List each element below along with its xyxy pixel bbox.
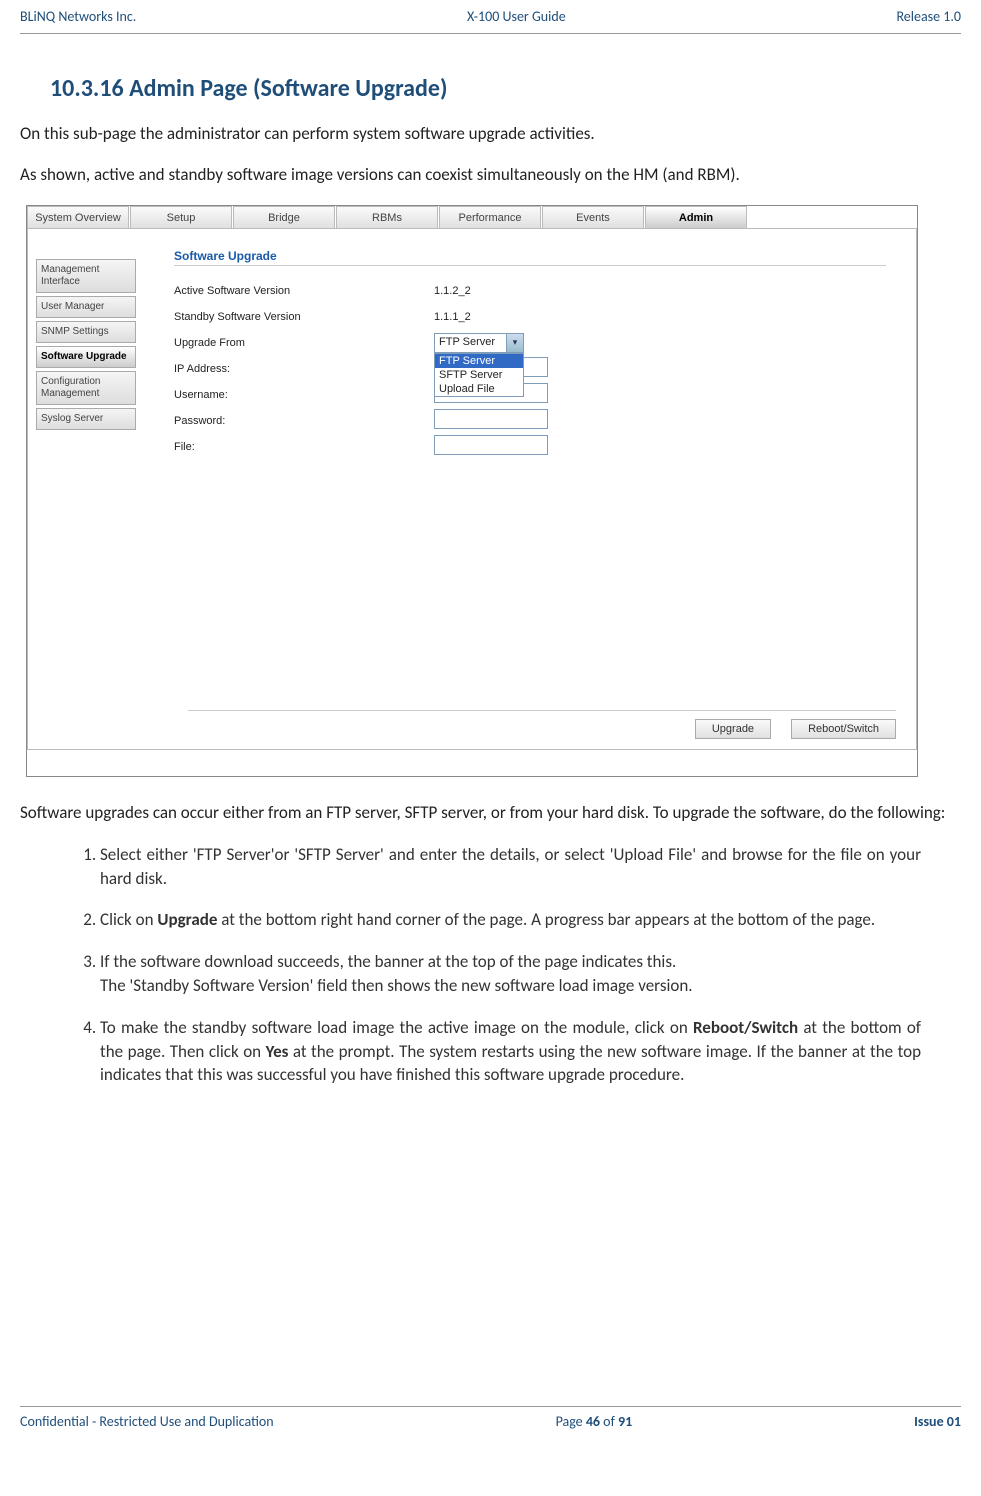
paragraph-3: Software upgrades can occur either from … (20, 802, 961, 825)
steps-list: Select either 'FTP Server'or 'SFTP Serve… (100, 843, 921, 1105)
dropdown-option-ftp[interactable]: FTP Server (435, 354, 523, 368)
chevron-down-icon: ▾ (506, 334, 523, 352)
step-3: If the software download succeeds, the b… (100, 950, 921, 998)
release-label: Release 1.0 (896, 8, 961, 25)
standby-version-label: Standby Software Version (174, 311, 434, 323)
doc-title: X-100 User Guide (467, 8, 566, 25)
tab-setup[interactable]: Setup (130, 206, 232, 228)
ip-address-label: IP Address: (174, 363, 434, 375)
panel-title: Software Upgrade (174, 249, 886, 266)
sidebar-item-configuration-management[interactable]: Configuration Management (36, 371, 136, 405)
tab-events[interactable]: Events (542, 206, 644, 228)
paragraph-2: As shown, active and standby software im… (20, 164, 961, 187)
company-name: BLiNQ Networks Inc. (20, 8, 136, 25)
tab-performance[interactable]: Performance (439, 206, 541, 228)
page-header: BLiNQ Networks Inc. X-100 User Guide Rel… (20, 0, 961, 34)
upgrade-from-dropdown[interactable]: FTP Server ▾ FTP Server SFTP Server Uplo… (434, 333, 524, 353)
sidebar-item-management-interface[interactable]: Management Interface (36, 259, 136, 293)
password-label: Password: (174, 415, 434, 427)
tab-admin[interactable]: Admin (645, 206, 747, 228)
dropdown-selected: FTP Server (435, 334, 499, 350)
file-label: File: (174, 441, 434, 453)
paragraph-1: On this sub-page the administrator can p… (20, 123, 961, 146)
sidebar-item-syslog-server[interactable]: Syslog Server (36, 408, 136, 430)
tab-system-overview[interactable]: System Overview (27, 206, 129, 228)
reboot-switch-button[interactable]: Reboot/Switch (791, 719, 896, 739)
tab-rbms[interactable]: RBMs (336, 206, 438, 228)
step-4: To make the standby software load image … (100, 1016, 921, 1087)
tab-bridge[interactable]: Bridge (233, 206, 335, 228)
file-input[interactable] (434, 435, 548, 455)
sidebar-item-software-upgrade[interactable]: Software Upgrade (36, 346, 136, 368)
dropdown-option-sftp[interactable]: SFTP Server (435, 368, 523, 382)
footer-left: Confidential - Restricted Use and Duplic… (20, 1413, 274, 1430)
sidebar-item-snmp-settings[interactable]: SNMP Settings (36, 321, 136, 343)
username-label: Username: (174, 389, 434, 401)
step-2: Click on Upgrade at the bottom right han… (100, 908, 921, 932)
sidebar-item-user-manager[interactable]: User Manager (36, 296, 136, 318)
active-version-value: 1.1.2_2 (434, 285, 886, 297)
step-1: Select either 'FTP Server'or 'SFTP Serve… (100, 843, 921, 891)
dropdown-list: FTP Server SFTP Server Upload File (434, 353, 524, 397)
footer-issue: Issue 01 (914, 1413, 961, 1430)
active-version-label: Active Software Version (174, 285, 434, 297)
section-heading: 10.3.16 Admin Page (Software Upgrade) (50, 74, 961, 103)
upgrade-from-label: Upgrade From (174, 337, 434, 349)
upgrade-button[interactable]: Upgrade (695, 719, 771, 739)
password-input[interactable] (434, 409, 548, 429)
footer-page: Page 46 of 91 (556, 1413, 633, 1430)
page-footer: Confidential - Restricted Use and Duplic… (20, 1406, 961, 1440)
ui-screenshot: System Overview Setup Bridge RBMs Perfor… (26, 205, 918, 777)
standby-version-value: 1.1.1_2 (434, 311, 886, 323)
dropdown-option-upload[interactable]: Upload File (435, 382, 523, 396)
